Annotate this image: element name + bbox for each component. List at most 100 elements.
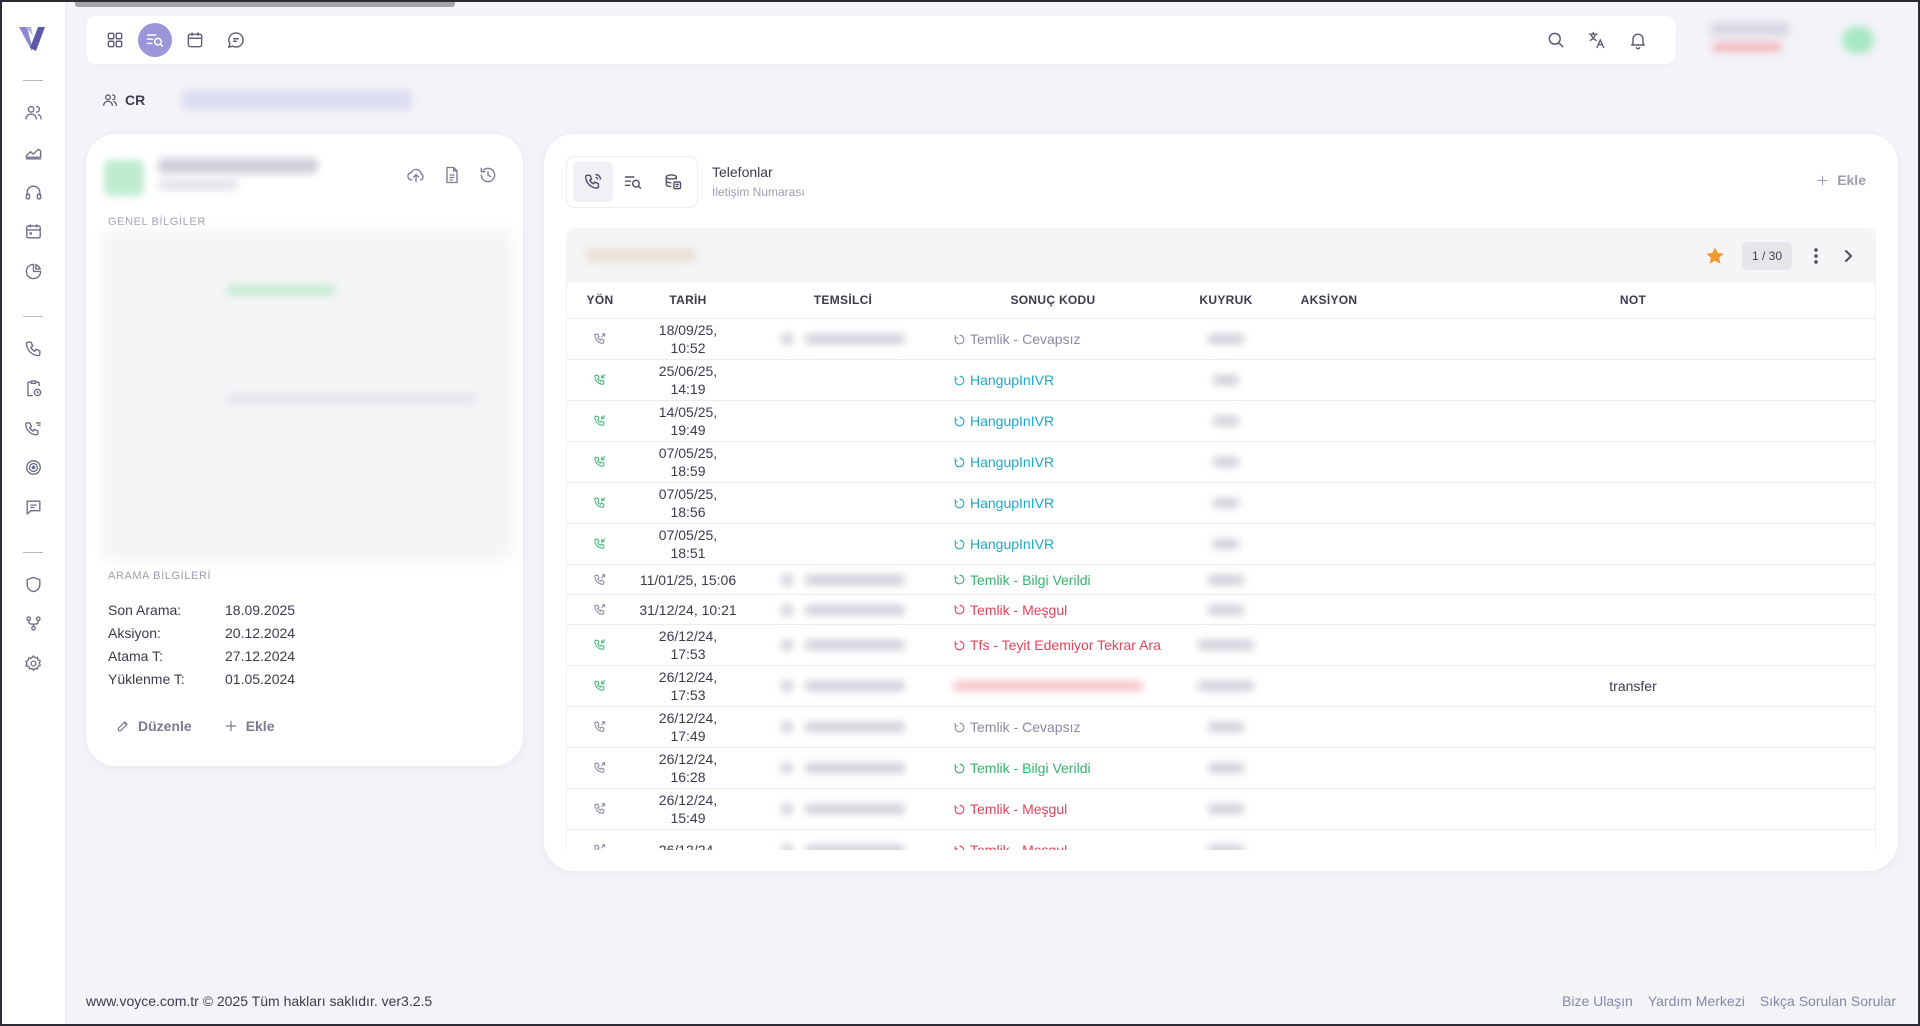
table-row[interactable]: 14/05/25, 19:49 HangupInIVR (567, 400, 1875, 441)
agent-cell (753, 666, 933, 706)
tab-search[interactable] (613, 162, 653, 202)
apps-button[interactable] (98, 23, 132, 57)
sidebar-item-calendar[interactable] (21, 219, 45, 243)
sidebar-item-call-list[interactable] (21, 416, 45, 440)
sidebar-item-messages[interactable] (21, 495, 45, 519)
date-cell: 26/12/24, 17:49 (658, 710, 718, 744)
breadcrumb-label[interactable]: CR (125, 92, 145, 108)
note-cell (1369, 565, 1875, 594)
queue-cell (1163, 625, 1289, 665)
agent-cell (753, 830, 933, 850)
tab-database[interactable] (653, 162, 693, 202)
search-button[interactable] (1539, 23, 1573, 57)
table-row[interactable]: 26/12/24, 17:53 transfer (567, 665, 1875, 706)
table-row[interactable]: 07/05/25, 18:56 HangupInIVR (567, 482, 1875, 523)
date-cell: 25/06/25, 14:19 (658, 363, 718, 397)
col-header-date[interactable]: TARİH (633, 283, 743, 318)
sidebar-item-settings[interactable] (21, 651, 45, 675)
sidebar-item-calls[interactable] (21, 336, 45, 360)
date-cell: 07/05/25, 18:59 (658, 445, 718, 479)
outgoing-call-icon (594, 573, 606, 585)
footer-link-contact[interactable]: Bize Ulaşın (1562, 993, 1633, 1009)
customer-avatar (104, 160, 144, 196)
direction-cell (567, 524, 633, 564)
queue-cell (1163, 360, 1289, 400)
incoming-call-icon (594, 680, 606, 691)
info-row-uploaded: Yüklenme T: 01.05.2024 (108, 671, 296, 687)
result-tag-icon (954, 640, 965, 650)
note-cell (1369, 442, 1875, 482)
date-cell: 31/12/24, 10:21 (639, 601, 737, 618)
note-cell (1369, 524, 1875, 564)
table-row[interactable]: 18/09/25, 10:52 Temlik - Cevapsız (567, 318, 1875, 359)
phone-number-blur[interactable] (586, 248, 696, 262)
upload-button[interactable] (405, 164, 427, 186)
more-button[interactable] (1806, 244, 1826, 268)
tab-phones[interactable] (573, 162, 613, 202)
footer-link-faq[interactable]: Sıkça Sorulan Sorular (1760, 993, 1896, 1009)
direction-cell (567, 666, 633, 706)
next-button[interactable] (1838, 244, 1858, 268)
edit-button[interactable]: Düzenle (116, 718, 192, 734)
sidebar-item-targets[interactable] (21, 455, 45, 479)
sidebar-item-dashboard[interactable] (21, 140, 45, 164)
col-header-queue[interactable]: KUYRUK (1163, 283, 1289, 318)
result-tag-icon (954, 539, 965, 549)
table-row[interactable]: 11/01/25, 15:06 Temlik - Bilgi Verildi (567, 564, 1875, 594)
queue-cell (1163, 401, 1289, 441)
footer-link-help[interactable]: Yardım Merkezi (1648, 993, 1745, 1009)
note-cell (1369, 319, 1875, 359)
incoming-call-icon (594, 639, 606, 650)
col-header-action[interactable]: AKSİYON (1289, 283, 1369, 318)
history-icon (480, 167, 496, 183)
sidebar-item-reports[interactable] (21, 259, 45, 283)
incoming-call-icon (594, 374, 606, 385)
history-button[interactable] (477, 164, 499, 186)
table-row[interactable]: 26/12/24, 17:49 Temlik - Cevapsız (567, 706, 1875, 747)
app-logo[interactable] (17, 24, 47, 54)
search-list-icon (146, 34, 164, 47)
table-row[interactable]: 26/12/24, Temlik - Meşgul (567, 829, 1875, 850)
search-list-button[interactable] (138, 23, 172, 57)
agent-cell (753, 565, 933, 594)
table-row[interactable]: 25/06/25, 14:19 HangupInIVR (567, 359, 1875, 400)
sidebar-item-tasks[interactable] (21, 376, 45, 400)
table-row[interactable]: 26/12/24, 16:28 Temlik - Bilgi Verildi (567, 747, 1875, 788)
star-icon[interactable] (1704, 245, 1726, 267)
table-row[interactable]: 07/05/25, 18:51 HangupInIVR (567, 523, 1875, 564)
sidebar-item-flows[interactable] (21, 611, 45, 635)
table-row[interactable]: 07/05/25, 18:59 HangupInIVR (567, 441, 1875, 482)
avatar[interactable] (1842, 26, 1874, 54)
col-header-agent[interactable]: TEMSİLCİ (743, 283, 943, 318)
target-icon (25, 459, 41, 475)
phone-list-icon (24, 421, 41, 436)
col-header-direction[interactable]: YÖN (567, 283, 633, 318)
queue-cell (1163, 483, 1289, 523)
result-cell: Temlik - Bilgi Verildi (943, 748, 1163, 788)
calendar-button[interactable] (178, 23, 212, 57)
sidebar-item-security[interactable] (21, 572, 45, 596)
direction-cell (567, 483, 633, 523)
queue-cell (1163, 565, 1289, 594)
note-cell (1369, 595, 1875, 624)
sidebar-item-support[interactable] (21, 180, 45, 204)
col-header-note[interactable]: NOT (1369, 283, 1875, 318)
sidebar-item-users[interactable] (21, 100, 45, 124)
card-footer-actions: Düzenle Ekle (116, 718, 275, 734)
outgoing-call-icon (594, 721, 606, 732)
translate-button[interactable] (1580, 23, 1614, 57)
calendar-icon (25, 223, 41, 239)
table-row[interactable]: 26/12/24, 15:49 Temlik - Meşgul (567, 788, 1875, 829)
table-row[interactable]: 26/12/24, 17:53 Tfs - Teyit Edemiyor Tekr… (567, 624, 1875, 665)
result-label: HangupInIVR (970, 454, 1055, 470)
col-header-result[interactable]: SONUÇ KODU (943, 283, 1163, 318)
result-tag-icon (954, 763, 965, 773)
headset-icon (25, 185, 41, 200)
add-button[interactable]: Ekle (224, 718, 275, 734)
add-phone-button[interactable]: Ekle (1816, 172, 1866, 188)
table-row[interactable]: 31/12/24, 10:21 Temlik - Meşgul (567, 594, 1875, 624)
document-button[interactable] (441, 164, 463, 186)
notifications-button[interactable] (1621, 23, 1655, 57)
result-label: Temlik - Cevapsız (970, 331, 1081, 347)
chat-button[interactable] (219, 23, 253, 57)
